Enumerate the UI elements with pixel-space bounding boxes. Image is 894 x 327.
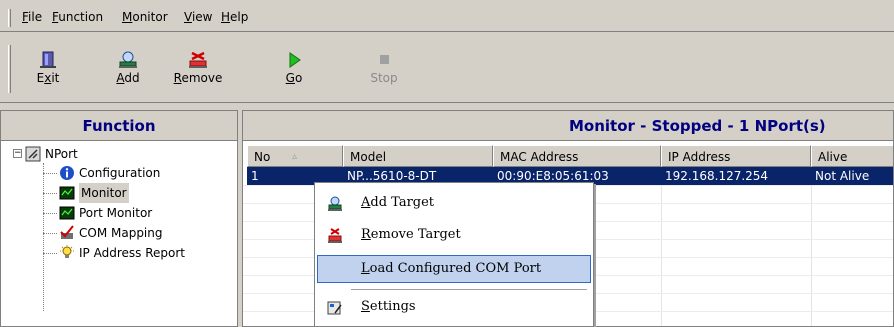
function-panel: Function − NPort Configuration Monitor P… (0, 110, 238, 327)
function-tree: − NPort Configuration Monitor Port Monit… (1, 141, 237, 327)
add-target-icon (327, 195, 343, 211)
info-icon (59, 165, 75, 181)
tree-collapse-toggle[interactable]: − (13, 149, 22, 158)
tree-line (43, 253, 57, 254)
toolbar: Exit Add Remove Go Stop (0, 33, 894, 103)
menu-view[interactable]: View (184, 9, 212, 25)
menu-item-add-target[interactable]: Add Target (317, 189, 591, 217)
column-header-mac-address[interactable]: MAC Address (493, 145, 661, 167)
grid-line (811, 167, 812, 326)
sort-ascending-icon: ▵ (292, 151, 298, 162)
function-panel-title: Function (1, 111, 237, 141)
context-menu: Add Target Remove Target Load Configured… (314, 182, 594, 327)
menu-separator (351, 289, 587, 290)
tree-line (43, 163, 44, 311)
stop-button[interactable]: Stop (354, 47, 414, 97)
table-header: No ▵ Model MAC Address IP Address Alive (243, 145, 893, 167)
column-header-no[interactable]: No ▵ (247, 145, 343, 167)
grid-line (661, 167, 662, 326)
cell-ip-address: 192.168.127.254 (661, 167, 811, 185)
remove-target-icon (186, 51, 210, 69)
tree-line (43, 233, 57, 234)
toolbar-grip (8, 45, 11, 93)
column-header-ip-address[interactable]: IP Address (661, 145, 811, 167)
exit-door-icon (36, 51, 60, 69)
monitor-panel-title: Monitor - Stopped - 1 NPort(s) (243, 111, 893, 141)
remove-button[interactable]: Remove (168, 47, 228, 97)
column-header-model[interactable]: Model (343, 145, 493, 167)
add-target-icon (116, 51, 140, 69)
tree-line (43, 173, 57, 174)
menu-item-load-configured-com-port[interactable]: Load Configured COM Port (317, 255, 591, 283)
go-button[interactable]: Go (264, 47, 324, 97)
stop-square-icon (372, 51, 396, 69)
menu-item-remove-target[interactable]: Remove Target (317, 221, 591, 249)
exit-button[interactable]: Exit (18, 47, 78, 97)
nport-device-icon (25, 146, 41, 162)
monitor-icon (59, 185, 75, 201)
com-mapping-icon (59, 225, 75, 241)
go-arrow-icon (282, 51, 306, 69)
port-monitor-icon (59, 205, 75, 221)
menubar-grip (8, 9, 11, 27)
tree-line (43, 193, 57, 194)
menu-item-settings[interactable]: Settings (317, 293, 591, 321)
remove-target-icon (327, 227, 343, 243)
menu-monitor[interactable]: Monitor (122, 9, 168, 25)
menu-bar: File Function Monitor View Help (0, 0, 894, 32)
settings-icon (327, 299, 343, 315)
ip-report-bulb-icon (59, 245, 75, 261)
column-header-alive[interactable]: Alive (811, 145, 893, 167)
add-button[interactable]: Add (98, 47, 158, 97)
cell-alive: Not Alive (811, 167, 893, 185)
tree-line (43, 213, 57, 214)
menu-file[interactable]: File (22, 9, 42, 25)
menu-function[interactable]: Function (52, 9, 103, 25)
menu-help[interactable]: Help (221, 9, 248, 25)
